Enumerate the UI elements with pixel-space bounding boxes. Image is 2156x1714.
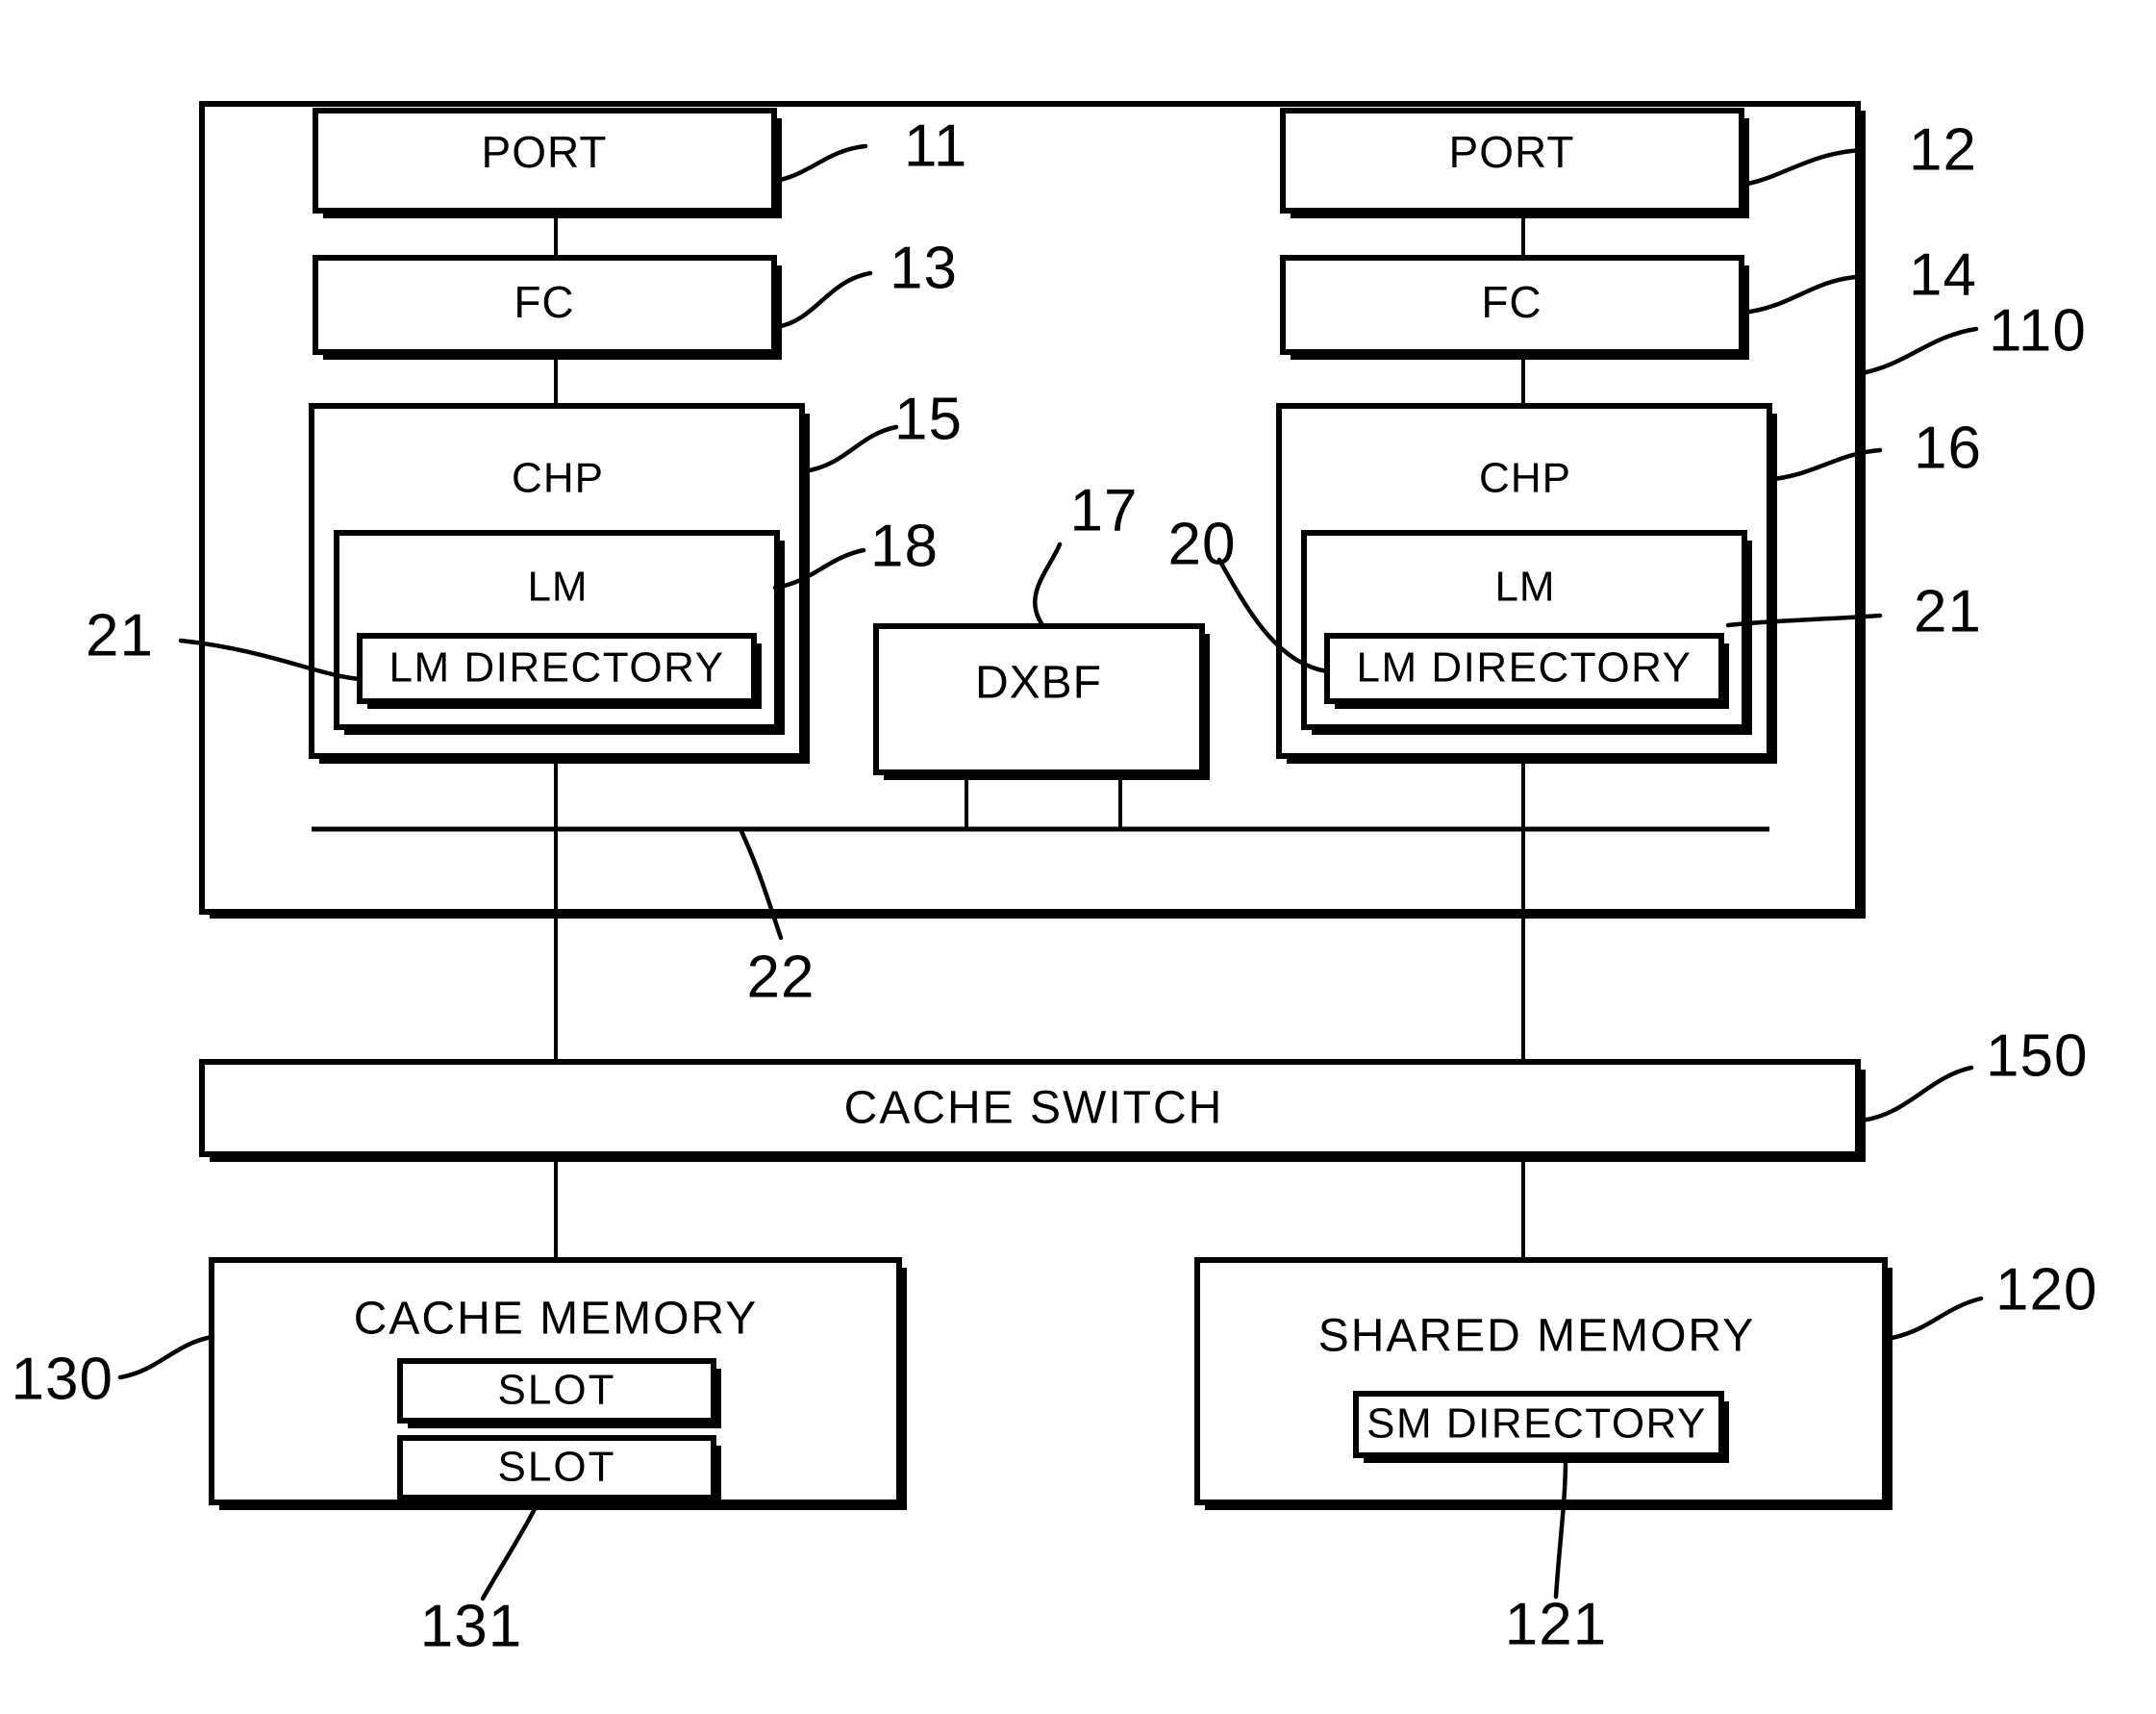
ref-130: 130 <box>12 1346 113 1412</box>
cache-memory-label: CACHE MEMORY <box>354 1294 759 1345</box>
dxbf-block[interactable]: DXBF <box>873 623 1210 780</box>
ref-150: 150 <box>1986 1022 2088 1089</box>
leader-130 <box>117 1334 214 1380</box>
chp-left-label: CHP <box>512 455 604 502</box>
patent-figure-svg: PORT FC CHP LM LM DIRECTORY PORT FC CHP … <box>12 101 2097 1659</box>
sm-directory-label: SM DIRECTORY <box>1366 1400 1707 1448</box>
ref-17: 17 <box>1070 477 1139 543</box>
port-right-label: PORT <box>1449 127 1575 177</box>
lm-directory-left-label: LM DIRECTORY <box>389 644 725 692</box>
ref-15: 15 <box>894 386 963 452</box>
leader-110 <box>1859 326 1979 376</box>
fc-right-label: FC <box>1481 277 1542 327</box>
ref-22: 22 <box>747 944 815 1010</box>
leader-120 <box>1884 1296 1984 1342</box>
ref-18: 18 <box>870 513 939 579</box>
fc-right-block[interactable]: FC <box>1280 255 1749 360</box>
shared-memory-block[interactable]: SHARED MEMORY <box>1194 1257 1893 1510</box>
ref-20: 21 <box>86 602 154 668</box>
ref-131: 131 <box>420 1593 522 1659</box>
fc-left-label: FC <box>514 277 574 327</box>
ref-16: 16 <box>1914 415 1982 481</box>
leader-150 <box>1859 1065 1974 1123</box>
lm-left-label: LM <box>527 564 588 611</box>
slot-1-block[interactable]: SLOT <box>397 1358 721 1428</box>
ref-14: 14 <box>1909 241 1977 308</box>
port-left-label: PORT <box>482 127 608 177</box>
cache-switch-block[interactable]: CACHE SWITCH <box>199 1059 1866 1162</box>
chp-right-label: CHP <box>1479 455 1571 502</box>
sm-directory-block[interactable]: SM DIRECTORY <box>1353 1391 1729 1463</box>
ref-121: 121 <box>1505 1591 1607 1657</box>
lm-directory-right-block[interactable]: LM DIRECTORY <box>1324 633 1729 709</box>
shared-memory-label: SHARED MEMORY <box>1318 1311 1756 1362</box>
slot-2-block[interactable]: SLOT <box>397 1435 721 1505</box>
ref-120: 120 <box>1995 1256 2097 1323</box>
ref-12: 12 <box>1909 116 1977 183</box>
fc-left-block[interactable]: FC <box>313 255 782 360</box>
diagram-canvas: PORT FC CHP LM LM DIRECTORY PORT FC CHP … <box>0 0 2156 1714</box>
cache-switch-label: CACHE SWITCH <box>844 1083 1224 1134</box>
port-left-block[interactable]: PORT <box>313 108 782 218</box>
lm-right-label: LM <box>1494 564 1555 611</box>
ref-19: 21 <box>1914 578 1982 644</box>
lm-directory-left-block[interactable]: LM DIRECTORY <box>357 633 762 709</box>
ref-21: 20 <box>1168 511 1237 577</box>
leader-131 <box>480 1502 539 1601</box>
ref-11: 11 <box>904 113 967 179</box>
ref-13: 13 <box>890 235 958 301</box>
lm-directory-right-label: LM DIRECTORY <box>1357 644 1692 692</box>
dxbf-label: DXBF <box>975 658 1102 709</box>
port-right-block[interactable]: PORT <box>1280 108 1749 218</box>
ref-110: 110 <box>1989 297 2087 364</box>
slot-1-label: SLOT <box>498 1367 616 1414</box>
slot-2-label: SLOT <box>498 1444 616 1491</box>
